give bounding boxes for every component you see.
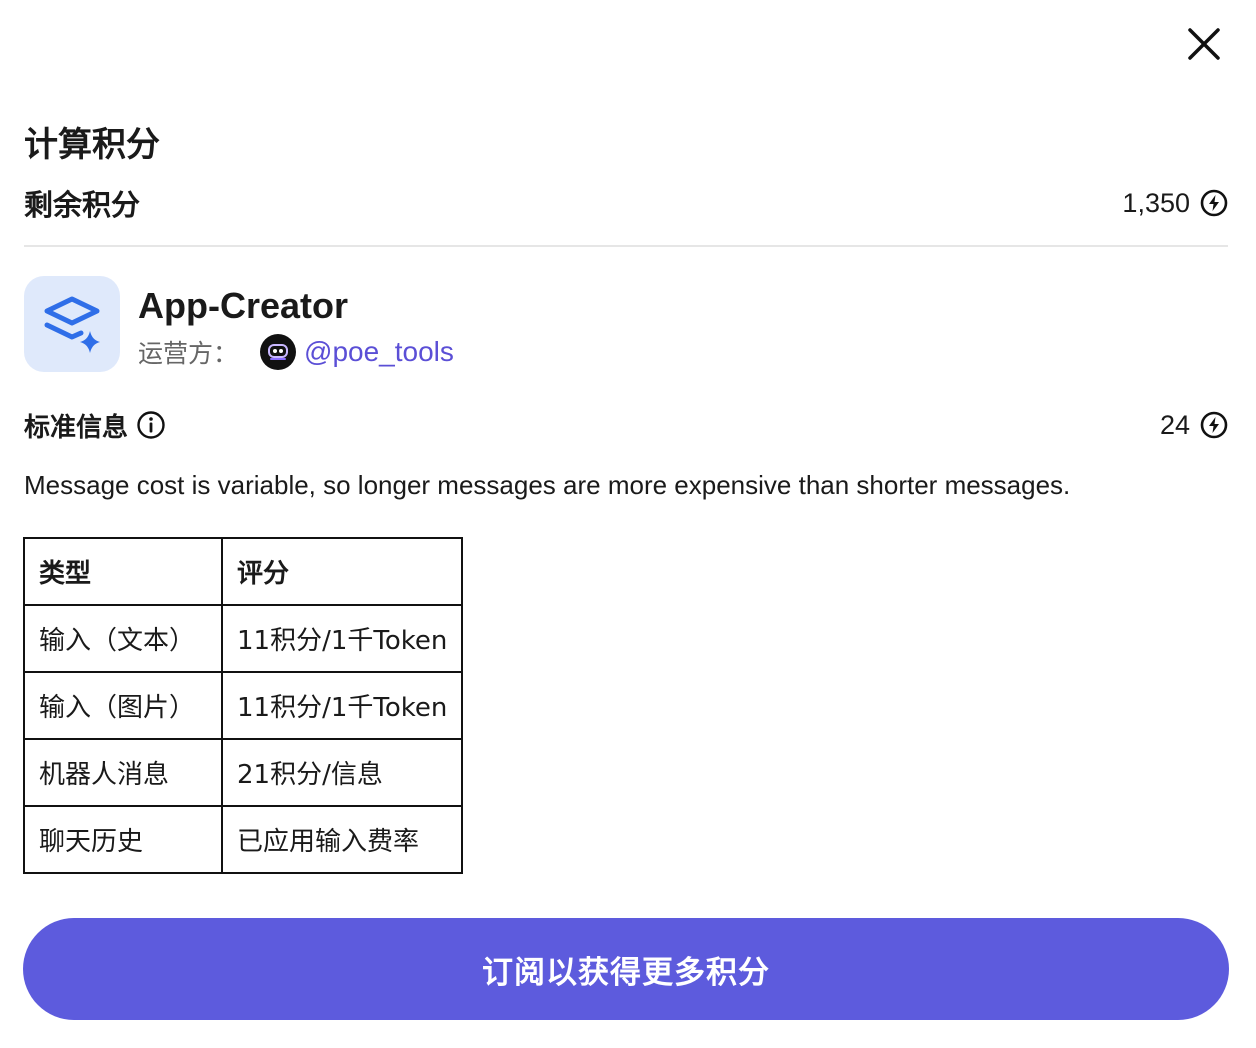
layers-sparkle-icon — [44, 296, 100, 353]
close-button[interactable] — [1180, 20, 1228, 68]
balance-value: 1,350 — [1122, 188, 1228, 219]
operator-row: 运营方： @poe_tools — [138, 332, 454, 372]
table-header-type: 类型 — [23, 537, 223, 606]
table-cell-rate: 11积分/1千Token — [220, 604, 464, 673]
info-icon[interactable] — [136, 410, 166, 440]
operator-avatar — [260, 334, 297, 370]
balance-row: 剩余积分 1,350 — [24, 180, 1228, 226]
table-row: 输入（文本） 11积分/1千Token — [23, 604, 464, 673]
standard-message-row: 标准信息 24 — [24, 404, 1228, 446]
table-cell-rate: 已应用输入费率 — [220, 805, 464, 874]
table-cell-type: 机器人消息 — [23, 738, 223, 807]
close-icon — [1188, 28, 1220, 60]
rates-table: 类型 评分 输入（文本） 11积分/1千Token 输入（图片） 11积分/1千… — [23, 537, 464, 874]
table-cell-type: 输入（图片） — [23, 671, 223, 740]
table-cell-type: 聊天历史 — [23, 805, 223, 874]
table-row: 机器人消息 21积分/信息 — [23, 738, 464, 807]
cost-description: Message cost is variable, so longer mess… — [24, 470, 1071, 500]
table-header-rate: 评分 — [220, 537, 464, 606]
table-cell-rate: 21积分/信息 — [220, 738, 464, 807]
table-cell-type: 输入（文本） — [23, 604, 223, 673]
balance-amount: 1,350 — [1122, 187, 1190, 218]
balance-label: 剩余积分 — [24, 188, 141, 222]
robot-icon — [268, 344, 289, 360]
standard-message-cost: 24 — [1160, 410, 1228, 441]
bot-avatar — [24, 276, 120, 372]
table-cell-rate: 11积分/1千Token — [220, 671, 464, 740]
page-title: 计算积分 — [24, 125, 160, 165]
subscribe-button[interactable]: 订阅以获得更多积分 — [23, 918, 1229, 1020]
standard-message-amount: 24 — [1159, 409, 1190, 440]
operator-handle-link[interactable]: @poe_tools — [304, 336, 454, 368]
bot-name: App-Creator — [138, 285, 349, 326]
table-row: 输入（图片） 11积分/1千Token — [23, 671, 464, 740]
table-row: 聊天历史 已应用输入费率 — [23, 805, 464, 874]
lightning-icon — [1200, 189, 1228, 217]
divider — [24, 245, 1228, 247]
lightning-icon — [1200, 411, 1228, 439]
operator-label: 运营方： — [138, 339, 239, 368]
table-header-row: 类型 评分 — [23, 537, 464, 606]
standard-message-label: 标准信息 — [24, 412, 129, 443]
